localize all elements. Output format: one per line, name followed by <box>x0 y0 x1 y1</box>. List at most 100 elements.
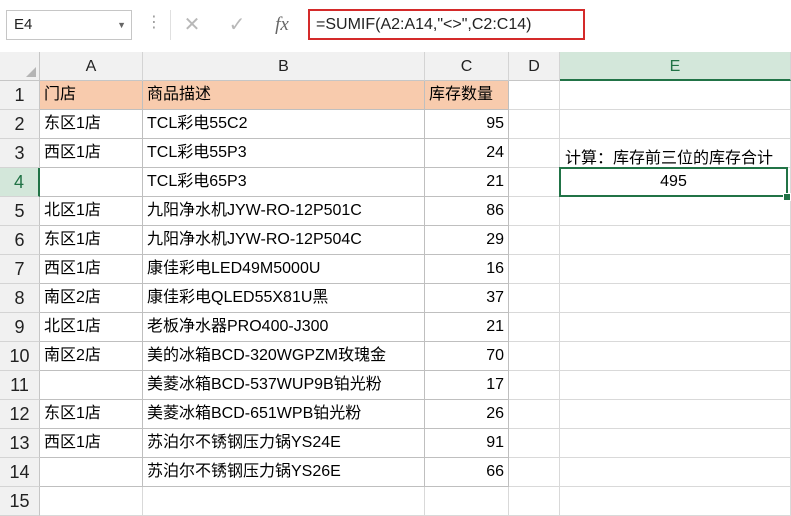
column-header-d[interactable]: D <box>509 52 560 81</box>
row-header-12[interactable]: 12 <box>0 400 40 429</box>
grid-cell[interactable] <box>40 487 143 516</box>
row-header-11[interactable]: 11 <box>0 371 40 400</box>
grid-cell[interactable] <box>509 458 560 487</box>
column-header-e[interactable]: E <box>560 52 791 81</box>
table-cell-store[interactable]: 南区2店 <box>40 284 143 313</box>
grid-cell[interactable] <box>509 139 560 168</box>
grid-cell[interactable] <box>509 110 560 139</box>
grid-cell[interactable] <box>143 487 425 516</box>
table-cell-qty[interactable]: 21 <box>425 168 509 197</box>
table-cell-desc[interactable]: 老板净水器PRO400-J300 <box>143 313 425 342</box>
grid-cell[interactable] <box>560 371 791 400</box>
grid-cell[interactable] <box>509 487 560 516</box>
column-header-a[interactable]: A <box>40 52 143 81</box>
name-box-dropdown-icon[interactable]: ▼ <box>117 11 126 39</box>
table-cell-store[interactable]: 南区2店 <box>40 342 143 371</box>
selected-cell-result[interactable]: 495 <box>559 167 788 197</box>
table-cell-qty[interactable]: 95 <box>425 110 509 139</box>
grid-cell[interactable] <box>509 400 560 429</box>
grid-cell[interactable] <box>509 226 560 255</box>
row-header-13[interactable]: 13 <box>0 429 40 458</box>
row-header-8[interactable]: 8 <box>0 284 40 313</box>
table-cell-desc[interactable]: 美的冰箱BCD-320WGPZM玫瑰金 <box>143 342 425 371</box>
grid-cell[interactable] <box>509 313 560 342</box>
grid-cell[interactable] <box>509 255 560 284</box>
row-header-3[interactable]: 3 <box>0 139 40 168</box>
table-header-desc[interactable]: 商品描述 <box>143 81 425 110</box>
table-cell-store[interactable]: 西区1店 <box>40 429 143 458</box>
row-header-15[interactable]: 15 <box>0 487 40 516</box>
column-header-b[interactable]: B <box>143 52 425 81</box>
table-cell-store[interactable]: 北区1店 <box>40 197 143 226</box>
table-cell-desc[interactable]: 美菱冰箱BCD-537WUP9B铂光粉 <box>143 371 425 400</box>
insert-function-icon[interactable]: fx <box>267 11 297 39</box>
grid-cell[interactable] <box>560 429 791 458</box>
grid-cell[interactable] <box>560 400 791 429</box>
enter-icon[interactable]: ✓ <box>222 11 252 39</box>
table-cell-qty[interactable]: 29 <box>425 226 509 255</box>
grid-cell[interactable] <box>560 487 791 516</box>
row-header-9[interactable]: 9 <box>0 313 40 342</box>
table-cell-qty[interactable]: 24 <box>425 139 509 168</box>
table-cell-desc[interactable]: 九阳净水机JYW-RO-12P501C <box>143 197 425 226</box>
table-cell-store[interactable] <box>40 458 143 487</box>
grid-cell[interactable] <box>509 371 560 400</box>
table-cell-qty[interactable]: 91 <box>425 429 509 458</box>
table-cell-desc[interactable]: TCL彩电65P3 <box>143 168 425 197</box>
grid-cell[interactable] <box>509 429 560 458</box>
table-cell-desc[interactable]: 苏泊尔不锈钢压力锅YS24E <box>143 429 425 458</box>
formula-bar-grip-icon[interactable]: ⋮ <box>146 13 162 33</box>
table-cell-store[interactable]: 东区1店 <box>40 110 143 139</box>
table-cell-qty[interactable]: 16 <box>425 255 509 284</box>
grid-cell[interactable] <box>509 168 560 197</box>
cancel-icon[interactable]: ✕ <box>177 11 207 39</box>
formula-input[interactable]: =SUMIF(A2:A14,"<>",C2:C14) <box>308 9 585 40</box>
table-cell-desc[interactable]: 九阳净水机JYW-RO-12P504C <box>143 226 425 255</box>
grid-cell[interactable] <box>560 255 791 284</box>
table-header-qty[interactable]: 库存数量 <box>425 81 509 110</box>
table-cell-desc[interactable]: TCL彩电55C2 <box>143 110 425 139</box>
grid-cell[interactable] <box>560 81 791 110</box>
table-cell-store[interactable] <box>40 371 143 400</box>
table-cell-store[interactable] <box>40 168 143 197</box>
table-cell-desc[interactable]: TCL彩电55P3 <box>143 139 425 168</box>
row-header-4[interactable]: 4 <box>0 168 40 197</box>
table-cell-qty[interactable]: 70 <box>425 342 509 371</box>
table-cell-store[interactable]: 东区1店 <box>40 226 143 255</box>
grid-cell[interactable] <box>560 458 791 487</box>
grid-cell[interactable] <box>560 226 791 255</box>
table-cell-store[interactable]: 西区1店 <box>40 255 143 284</box>
grid-cell[interactable] <box>560 197 791 226</box>
table-cell-qty[interactable]: 37 <box>425 284 509 313</box>
table-cell-qty[interactable]: 17 <box>425 371 509 400</box>
row-header-5[interactable]: 5 <box>0 197 40 226</box>
select-all-corner[interactable] <box>0 52 40 81</box>
table-cell-qty[interactable]: 66 <box>425 458 509 487</box>
table-cell-desc[interactable]: 康佳彩电LED49M5000U <box>143 255 425 284</box>
table-cell-qty[interactable]: 86 <box>425 197 509 226</box>
row-header-1[interactable]: 1 <box>0 81 40 110</box>
row-header-10[interactable]: 10 <box>0 342 40 371</box>
grid-cell[interactable] <box>509 197 560 226</box>
row-header-7[interactable]: 7 <box>0 255 40 284</box>
column-header-c[interactable]: C <box>425 52 509 81</box>
row-header-6[interactable]: 6 <box>0 226 40 255</box>
grid-cell[interactable] <box>509 284 560 313</box>
table-cell-qty[interactable]: 26 <box>425 400 509 429</box>
table-cell-store[interactable]: 西区1店 <box>40 139 143 168</box>
fill-handle[interactable] <box>783 193 791 201</box>
table-cell-desc[interactable]: 康佳彩电QLED55X81U黑 <box>143 284 425 313</box>
grid-cell[interactable] <box>425 487 509 516</box>
table-cell-desc[interactable]: 苏泊尔不锈钢压力锅YS26E <box>143 458 425 487</box>
grid-cell[interactable] <box>560 284 791 313</box>
grid-cell[interactable] <box>560 110 791 139</box>
grid-cell[interactable] <box>560 342 791 371</box>
grid-cell[interactable] <box>509 342 560 371</box>
grid-cell[interactable] <box>560 313 791 342</box>
row-header-14[interactable]: 14 <box>0 458 40 487</box>
table-header-store[interactable]: 门店 <box>40 81 143 110</box>
table-cell-store[interactable]: 东区1店 <box>40 400 143 429</box>
row-header-2[interactable]: 2 <box>0 110 40 139</box>
table-cell-desc[interactable]: 美菱冰箱BCD-651WPB铂光粉 <box>143 400 425 429</box>
table-cell-store[interactable]: 北区1店 <box>40 313 143 342</box>
